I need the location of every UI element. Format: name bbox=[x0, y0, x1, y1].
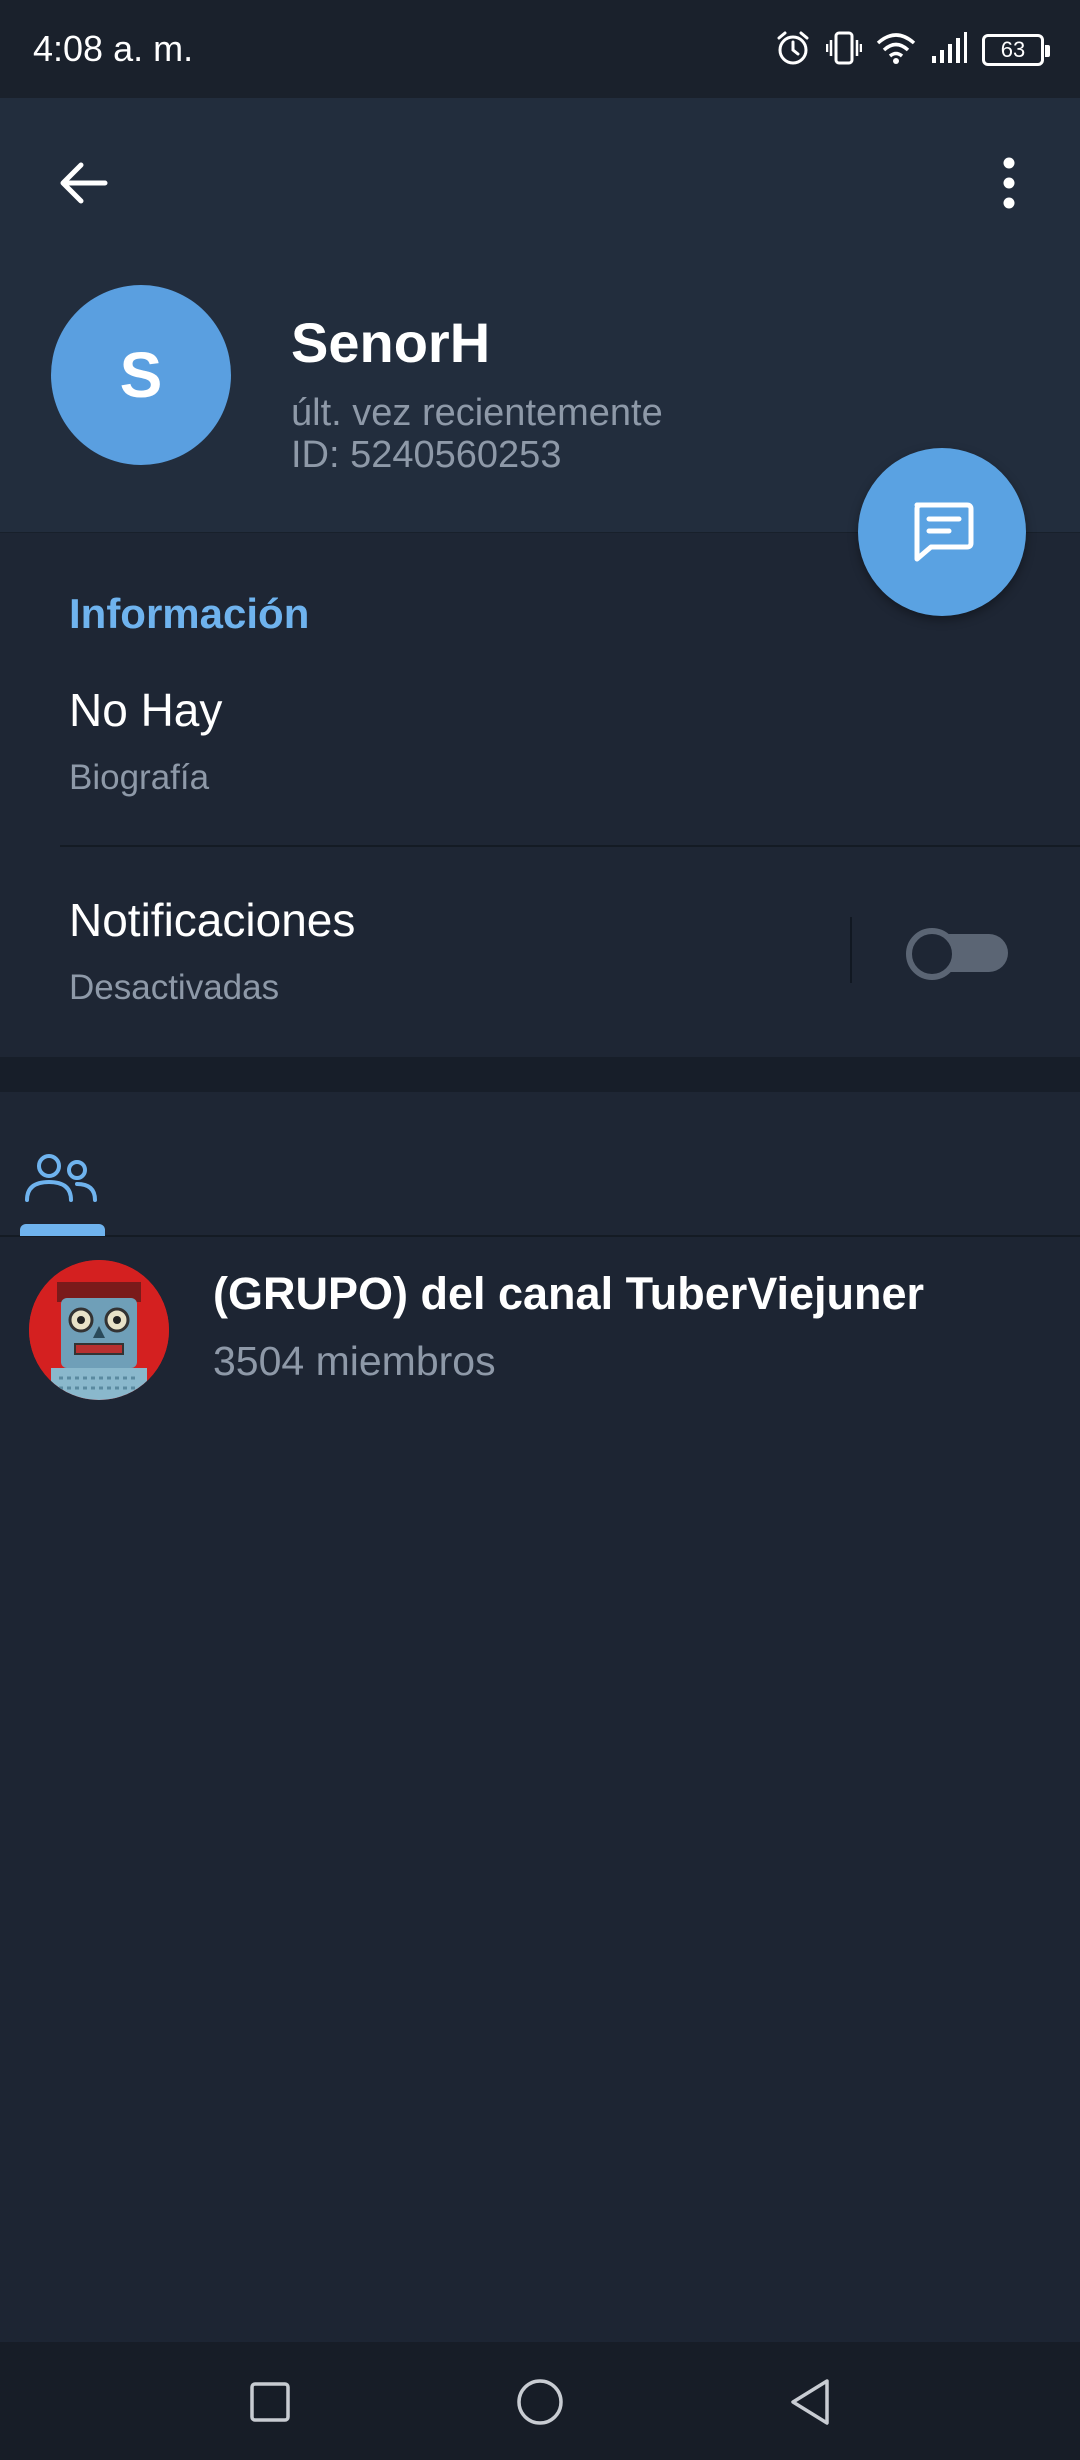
notifications-toggle[interactable] bbox=[906, 928, 1008, 980]
back-button[interactable] bbox=[40, 140, 126, 226]
notifications-title: Notificaciones bbox=[69, 894, 356, 946]
bio-value[interactable]: No Hay bbox=[69, 683, 222, 737]
toggle-knob bbox=[906, 928, 958, 980]
recents-square-icon bbox=[250, 2382, 290, 2422]
info-section-title: Información bbox=[69, 590, 310, 637]
members-icon bbox=[25, 1154, 97, 1202]
shared-tabs-bar bbox=[0, 1092, 1080, 1237]
tab-indicator bbox=[20, 1224, 105, 1236]
vertical-divider bbox=[850, 917, 852, 983]
alarm-icon bbox=[774, 29, 812, 72]
status-icons: 63 bbox=[774, 28, 1050, 72]
back-triangle-icon bbox=[791, 2379, 829, 2425]
profile-avatar[interactable]: S bbox=[51, 285, 231, 465]
tab-groups-in-common[interactable] bbox=[16, 1130, 106, 1230]
bio-label: Biografía bbox=[69, 758, 210, 797]
robot-image bbox=[29, 1260, 169, 1400]
more-vertical-icon bbox=[1003, 157, 1015, 209]
more-options-button[interactable] bbox=[966, 140, 1052, 226]
home-button[interactable] bbox=[500, 2362, 580, 2442]
battery-icon: 63 bbox=[982, 34, 1050, 66]
send-message-button[interactable] bbox=[858, 448, 1026, 616]
vibrate-icon bbox=[825, 29, 863, 72]
user-id: ID: 5240560253 bbox=[291, 434, 562, 476]
wifi-icon bbox=[876, 31, 916, 70]
message-icon bbox=[914, 502, 974, 562]
home-circle-icon bbox=[517, 2379, 563, 2425]
arrow-left-icon bbox=[60, 162, 108, 204]
back-nav-button[interactable] bbox=[770, 2362, 850, 2442]
group-name: (GRUPO) del canal TuberViejuner bbox=[213, 1268, 924, 1319]
status-time: 4:08 a. m. bbox=[33, 28, 194, 69]
notifications-status: Desactivadas bbox=[69, 968, 280, 1007]
section-gap bbox=[0, 1057, 1080, 1092]
system-nav-bar bbox=[0, 2342, 1080, 2460]
group-avatar bbox=[29, 1260, 169, 1400]
signal-icon bbox=[930, 31, 968, 69]
recents-button[interactable] bbox=[230, 2362, 310, 2442]
profile-name: SenorH bbox=[291, 311, 491, 374]
group-members-count: 3504 miembros bbox=[213, 1338, 496, 1384]
last-seen-status: últ. vez recientemente bbox=[291, 392, 663, 434]
